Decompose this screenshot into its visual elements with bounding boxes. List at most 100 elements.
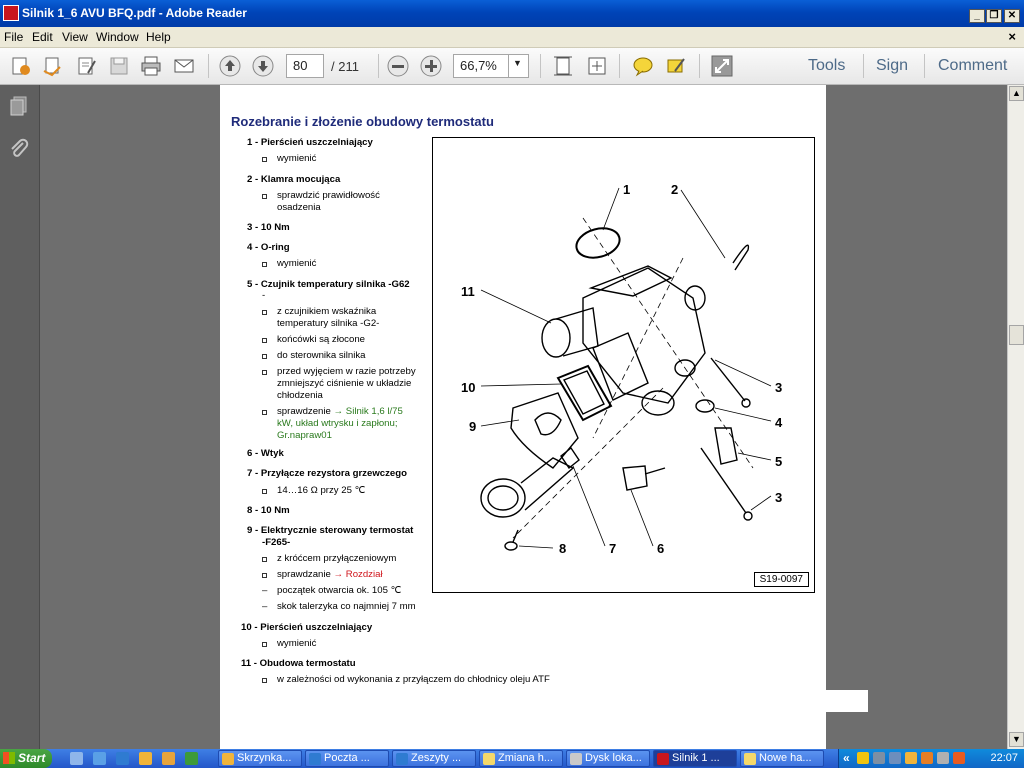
taskbar-item[interactable]: Zmiana h...: [479, 750, 563, 767]
sticky-note-icon[interactable]: [632, 55, 654, 77]
quick-launch-browser-icon[interactable]: [93, 752, 106, 765]
quick-launch-ie-icon[interactable]: [116, 752, 129, 765]
fit-page-icon[interactable]: [552, 55, 574, 77]
page-thumbnails-icon[interactable]: [8, 95, 30, 117]
quick-launch-desktop-icon[interactable]: [70, 752, 83, 765]
comment-pane-link[interactable]: Comment: [938, 57, 1007, 75]
warning-icon[interactable]: [857, 752, 869, 764]
legend-item-4-note: wymienić: [277, 258, 317, 269]
legend-item-9-check-prefix: sprawdzanie: [277, 569, 334, 580]
save-icon[interactable]: [108, 55, 130, 77]
open-file-icon[interactable]: [42, 55, 64, 77]
toolbar-separator: [378, 54, 379, 78]
legend-item-9: 9 - Elektrycznie sterowany termostat: [247, 525, 414, 536]
legend-item-1: 1 - Pierścień uszczelniający: [247, 137, 373, 148]
next-page-icon[interactable]: [252, 55, 274, 77]
scroll-down-arrow-icon[interactable]: ▼: [1009, 732, 1024, 747]
taskbar-item[interactable]: Nowe ha...: [740, 750, 824, 767]
start-button[interactable]: Start: [0, 749, 52, 768]
taskbar-item[interactable]: Dysk loka...: [566, 750, 650, 767]
page-total: / 211: [331, 59, 359, 74]
legend-item-5-note-3: do sterownika silnika: [277, 350, 366, 361]
previous-page-icon[interactable]: [219, 55, 241, 77]
system-tray: « 22:07: [838, 749, 1024, 768]
settings-gear-icon[interactable]: [921, 752, 933, 764]
callout-7: 7: [609, 541, 616, 556]
vertical-scrollbar[interactable]: ▲ ▼: [1007, 85, 1024, 749]
restore-button[interactable]: ❐: [986, 9, 1002, 23]
taskbar-item[interactable]: Poczta ...: [305, 750, 389, 767]
legend-item-5-check-prefix: sprawdzenie: [277, 406, 334, 417]
bullet-icon: [262, 410, 267, 415]
legend-item-9-note-1: z króćcem przyłączeniowym: [277, 553, 397, 564]
scrollbar-thumb[interactable]: [1009, 325, 1024, 345]
task-label: Zmiana h...: [498, 752, 554, 764]
scroll-up-arrow-icon[interactable]: ▲: [1009, 86, 1024, 101]
system-clock[interactable]: 22:07: [990, 752, 1018, 764]
dash-icon: –: [262, 585, 268, 596]
adobe-reader-app-icon: [3, 5, 19, 21]
tray-app-icon[interactable]: [937, 752, 949, 764]
close-button[interactable]: ✕: [1004, 9, 1020, 23]
bullet-icon: [262, 573, 267, 578]
quick-launch-media-icon[interactable]: [185, 752, 198, 765]
window-title: Silnik 1_6 AVU BFQ.pdf - Adobe Reader: [22, 6, 247, 20]
sign-pane-link[interactable]: Sign: [876, 57, 908, 75]
legend-item-5-head-continuation: -: [262, 290, 266, 301]
legend-item-6: 6 - Wtyk: [247, 448, 284, 459]
edit-pdf-icon[interactable]: [76, 55, 98, 77]
mail-envelope-icon: [483, 753, 495, 765]
zoom-dropdown-chevron-icon[interactable]: ▼: [508, 54, 529, 78]
create-pdf-icon[interactable]: [10, 55, 32, 77]
menu-help[interactable]: Help: [146, 30, 171, 44]
legend-item-5-check: sprawdzenie → Silnik 1,6 l/75 kW, układ …: [277, 406, 417, 442]
clock-app-icon[interactable]: [905, 752, 917, 764]
taskbar-item[interactable]: Zeszyty ...: [392, 750, 476, 767]
zoom-in-icon[interactable]: [420, 55, 442, 77]
windows-logo-icon: [3, 752, 15, 764]
zoom-out-icon[interactable]: [387, 55, 409, 77]
tools-pane-link[interactable]: Tools: [808, 57, 845, 75]
adobe-reader-icon: [657, 753, 669, 765]
callout-9: 9: [469, 419, 476, 434]
menu-edit[interactable]: Edit: [32, 30, 53, 44]
mailbox-app-icon: [222, 753, 234, 765]
menu-view[interactable]: View: [62, 30, 88, 44]
menu-file[interactable]: File: [4, 30, 23, 44]
zoom-input[interactable]: 66,7%: [453, 54, 509, 78]
disk-drive-icon: [570, 753, 582, 765]
legend-item-9-check: sprawdzanie → Rozdział: [277, 569, 383, 581]
taskbar-item[interactable]: Skrzynka...: [218, 750, 302, 767]
volume-icon[interactable]: [889, 752, 901, 764]
chapter-link[interactable]: → Rozdział: [334, 569, 383, 580]
quick-launch-clock-icon[interactable]: [139, 752, 152, 765]
legend-item-4: 4 - O-ring: [247, 242, 290, 253]
document-close-icon[interactable]: ×: [1008, 29, 1016, 44]
print-icon[interactable]: [140, 55, 162, 77]
attachments-paperclip-icon[interactable]: [8, 137, 30, 159]
bullet-icon: [262, 338, 267, 343]
callout-4: 4: [775, 415, 783, 430]
legend-item-7: 7 - Przyłącze rezystora grzewczego: [247, 468, 407, 479]
legend-item-1-note: wymienić: [277, 153, 317, 164]
legend-item-9-detail-1: początek otwarcia ok. 105 ℃: [277, 585, 402, 596]
tray-expand-chevron-icon[interactable]: «: [843, 751, 850, 765]
minimize-button[interactable]: _: [969, 9, 985, 23]
callout-1: 1: [623, 182, 630, 197]
taskbar-item-active[interactable]: Silnik 1 ...: [653, 750, 737, 767]
legend-item-9-detail-2: skok talerzyka co najmniej 7 mm: [277, 601, 416, 612]
page-number-input[interactable]: 80: [286, 54, 324, 78]
callout-3b: 3: [775, 490, 782, 505]
email-icon[interactable]: [173, 55, 195, 77]
full-screen-icon[interactable]: [711, 55, 733, 77]
mail-envelope-icon: [744, 753, 756, 765]
title-bar[interactable]: Silnik 1_6 AVU BFQ.pdf - Adobe Reader _ …: [0, 0, 1024, 27]
document-viewer[interactable]: Rozebranie i złożenie obudowy termostatu…: [40, 85, 1007, 749]
menu-window[interactable]: Window: [96, 30, 139, 44]
quick-launch-tool-icon[interactable]: [162, 752, 175, 765]
highlight-text-icon[interactable]: [665, 55, 687, 77]
fit-width-icon[interactable]: [586, 55, 608, 77]
security-icon[interactable]: [953, 752, 965, 764]
network-icon[interactable]: [873, 752, 885, 764]
page-title: Rozebranie i złożenie obudowy termostatu: [231, 114, 494, 129]
